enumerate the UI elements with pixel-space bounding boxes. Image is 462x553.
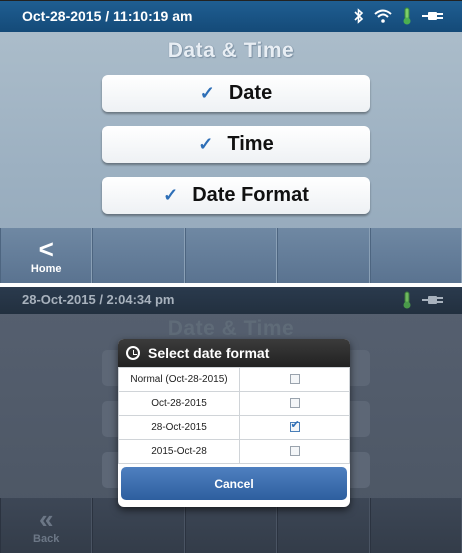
plug-icon [422,296,443,304]
nav-slot-empty [184,228,278,283]
status-icons [402,291,444,309]
format-option-cell [239,439,350,464]
format-option-row[interactable]: Normal (Oct-28-2015) [118,367,350,392]
nav-slot-empty [369,498,462,553]
bottom-nav-bar: < Home [0,228,462,283]
check-icon: ✓ [198,134,214,154]
date-format-button[interactable]: ✓ Date Format [102,177,370,214]
checkbox-checked[interactable] [289,418,300,433]
chevron-left-icon: < [38,233,54,264]
nav-slot-empty [369,228,462,283]
format-option-row[interactable]: 2015-Oct-28 [118,439,350,464]
format-option-cell [239,415,350,440]
thermometer-icon [403,7,411,25]
select-date-format-dialog: Select date format Normal (Oct-28-2015) … [118,339,350,507]
clock-icon [126,346,140,360]
page-title: Data & Time [167,39,295,62]
page-title: Date & Time [167,317,295,340]
status-datetime: Oct-28-2015 / 11:10:19 am [22,8,193,24]
status-datetime: 28-Oct-2015 / 2:04:34 pm [22,292,175,307]
bluetooth-icon [354,8,364,24]
home-button[interactable]: < Home [0,228,93,283]
back-button-label: Back [33,532,60,545]
checkbox[interactable] [289,374,300,385]
format-option-cell [239,391,350,416]
cancel-button[interactable]: Cancel [121,467,347,500]
double-chevron-left-icon: « [38,503,54,534]
format-option-row[interactable]: Oct-28-2015 [118,391,350,416]
back-button[interactable]: « Back [0,498,93,553]
date-button-label: Date [228,82,273,104]
plug-icon [422,12,443,20]
thermometer-icon [403,291,411,309]
check-icon: ✓ [199,83,215,103]
checkbox[interactable] [289,446,300,457]
date-format-button-label: Date Format [192,184,309,206]
home-button-label: Home [30,262,62,275]
screen-date-time-menu: Oct-28-2015 / 11:10:19 am Data & Time ✓ … [0,0,462,283]
date-button[interactable]: ✓ Date [102,75,370,112]
status-bar: 28-Oct-2015 / 2:04:34 pm [0,287,462,314]
format-option-label: Normal (Oct-28-2015) [118,367,240,392]
checkbox[interactable] [289,398,300,409]
format-option-row[interactable]: 28-Oct-2015 [118,415,350,440]
status-icons [354,7,444,25]
nav-slot-empty [92,228,185,283]
format-option-label: 28-Oct-2015 [118,415,240,440]
dialog-title: Select date format [148,345,270,361]
dialog-header: Select date format [118,339,350,367]
format-option-label: Oct-28-2015 [118,391,240,416]
screen-select-date-format: 28-Oct-2015 / 2:04:34 pm Date & Time « B… [0,287,462,553]
check-icon: ✓ [163,185,179,205]
wifi-icon [374,9,392,23]
format-option-cell [239,367,350,392]
time-button-label: Time [227,133,274,155]
date-format-options: Normal (Oct-28-2015) Oct-28-2015 28-Oct-… [118,367,350,464]
nav-slot-empty [277,228,370,283]
status-bar: Oct-28-2015 / 11:10:19 am [0,1,462,32]
format-option-label: 2015-Oct-28 [118,439,240,464]
time-button[interactable]: ✓ Time [102,126,370,163]
